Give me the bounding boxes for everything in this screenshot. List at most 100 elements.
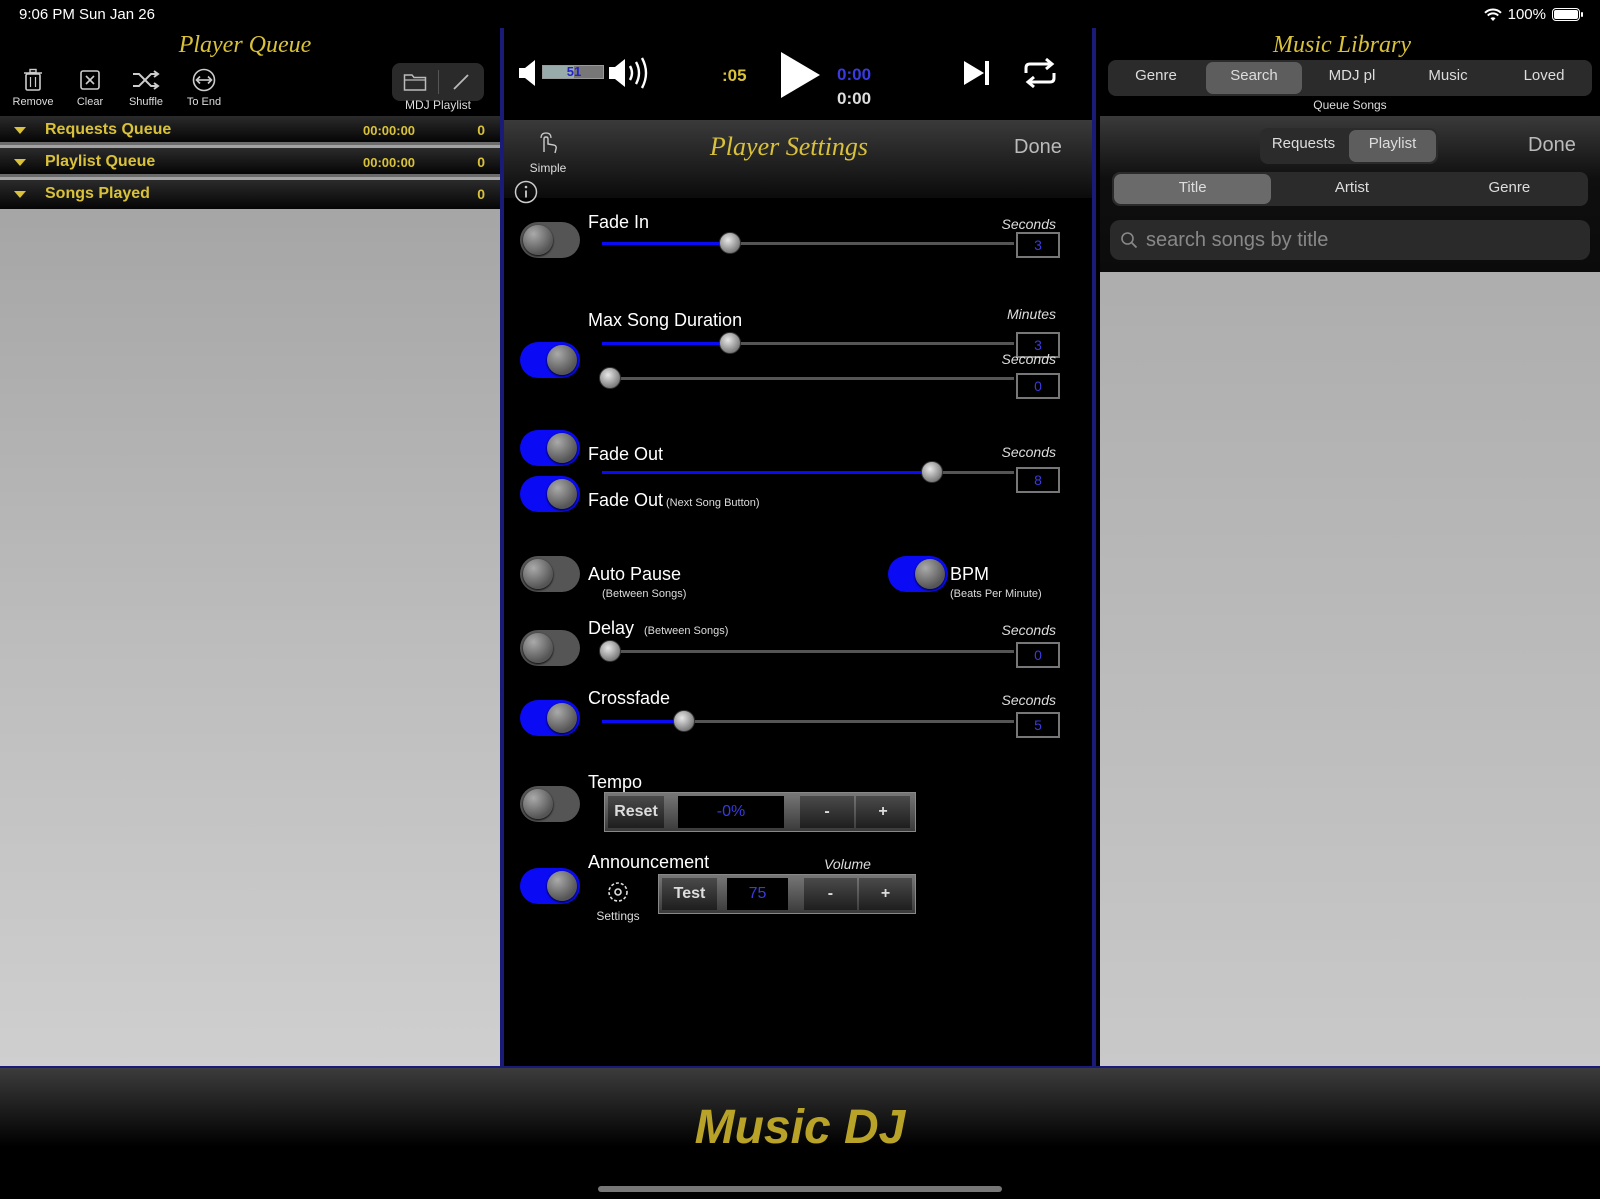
player-settings-title: Player Settings xyxy=(709,132,869,161)
max-song-seconds-slider[interactable] xyxy=(599,367,1014,389)
auto-pause-toggle[interactable] xyxy=(520,556,580,592)
disclosure-triangle-icon xyxy=(14,159,26,166)
announcement-test-button[interactable]: Test xyxy=(662,878,718,910)
tab-mdj-pl[interactable]: MDJ pl xyxy=(1304,60,1400,96)
battery-percent: 100% xyxy=(1507,6,1546,23)
bpm-toggle[interactable] xyxy=(888,556,948,592)
tempo-minus-button[interactable]: - xyxy=(800,796,854,828)
songs-played-row[interactable]: Songs Played 0 xyxy=(0,180,500,209)
fade-out-value[interactable]: 8 xyxy=(1016,467,1060,493)
total-time: 0:00 xyxy=(837,89,872,108)
tempo-toggle[interactable] xyxy=(520,786,580,822)
home-indicator[interactable] xyxy=(598,1186,1002,1192)
footer-bar: Music DJ xyxy=(0,1066,1600,1199)
bpm-label: BPM xyxy=(950,564,990,584)
tempo-plus-button[interactable]: + xyxy=(856,796,910,828)
tab-artist[interactable]: Artist xyxy=(1273,172,1430,206)
repeat-icon[interactable] xyxy=(1022,56,1058,90)
delay-sub: (Between Songs) xyxy=(644,625,729,637)
tab-genre-field[interactable]: Genre xyxy=(1431,172,1588,206)
music-library-title: Music Library xyxy=(1273,32,1411,58)
playlist-folder-button[interactable] xyxy=(392,63,438,101)
delay-slider[interactable] xyxy=(599,640,1014,662)
play-icon[interactable] xyxy=(778,50,822,100)
disclosure-triangle-icon xyxy=(14,191,26,198)
crossfade-slider[interactable] xyxy=(602,710,1014,732)
fade-out-unit: Seconds xyxy=(1001,444,1056,460)
tab-music[interactable]: Music xyxy=(1400,60,1496,96)
crossfade-unit: Seconds xyxy=(1001,692,1056,708)
fade-in-value[interactable]: 3 xyxy=(1016,232,1060,258)
status-bar: 9:06 PM Sun Jan 26 100% xyxy=(0,0,1600,28)
player-queue-title: Player Queue xyxy=(178,32,312,58)
volume-loud-icon[interactable] xyxy=(608,56,652,90)
announcement-settings-button[interactable]: Settings xyxy=(588,880,648,923)
max-song-seconds-value[interactable]: 0 xyxy=(1016,373,1060,399)
brand-logo-text: Music DJ xyxy=(694,1101,906,1154)
music-library-header: Music Library Genre Search MDJ pl Music … xyxy=(1100,28,1600,116)
library-done-button[interactable]: Done xyxy=(1528,134,1576,157)
announcement-minus-button[interactable]: - xyxy=(803,878,857,910)
to-end-icon xyxy=(192,68,216,92)
hand-tap-icon xyxy=(540,132,557,154)
requests-queue-row[interactable]: Requests Queue 00:00:00 0 xyxy=(0,116,500,145)
wifi-icon xyxy=(1483,8,1502,21)
delay-label: Delay xyxy=(588,618,635,638)
status-right: 100% xyxy=(1483,6,1583,23)
music-library-panel: Music Library Genre Search MDJ pl Music … xyxy=(1100,28,1600,1066)
player-settings-header: Simple Player Settings Done xyxy=(504,120,1092,198)
tab-requests[interactable]: Requests xyxy=(1260,128,1347,164)
player-queue-header: Player Queue Remove Clear Shuffle To End xyxy=(0,28,500,116)
source-tabs: Requests Playlist xyxy=(1260,128,1438,164)
tab-loved[interactable]: Loved xyxy=(1496,60,1592,96)
clear-icon xyxy=(80,70,100,90)
auto-pause-sub: (Between Songs) xyxy=(602,588,687,600)
simple-mode-button[interactable]: Simple xyxy=(518,130,578,175)
library-tabs: Genre Search MDJ pl Music Loved xyxy=(1108,60,1592,96)
playlist-queue-row[interactable]: Playlist Queue 00:00:00 0 xyxy=(0,148,500,177)
crossfade-value[interactable]: 5 xyxy=(1016,712,1060,738)
volume-value: 51 xyxy=(566,64,582,79)
fade-out-next-label: Fade Out xyxy=(588,490,664,510)
info-icon[interactable] xyxy=(514,180,538,204)
mdj-playlist-label: MDJ Playlist xyxy=(404,98,471,112)
fade-in-slider[interactable] xyxy=(602,232,1014,254)
fade-out-next-toggle[interactable] xyxy=(520,476,580,512)
to-end-button[interactable]: To End xyxy=(174,68,234,108)
tab-title[interactable]: Title xyxy=(1114,174,1272,204)
delay-toggle[interactable] xyxy=(520,630,580,666)
player-queue-panel: Player Queue Remove Clear Shuffle To End xyxy=(0,28,500,1066)
playlist-edit-button[interactable] xyxy=(438,63,484,101)
volume-slider[interactable]: 51 xyxy=(542,64,604,79)
fade-out-slider[interactable] xyxy=(602,461,1014,483)
announcement-volume-value: 75 xyxy=(727,878,788,910)
announcement-volume-label: Volume xyxy=(824,856,871,872)
next-track-icon[interactable] xyxy=(962,59,992,87)
max-song-minutes-slider[interactable] xyxy=(602,332,1014,354)
crossfade-toggle[interactable] xyxy=(520,700,580,736)
clear-button[interactable]: Clear xyxy=(60,68,120,108)
gear-icon xyxy=(608,882,628,902)
settings-done-button[interactable]: Done xyxy=(1014,136,1062,159)
transport-bar: 51 :05 0:00 0:00 xyxy=(504,28,1092,120)
search-icon xyxy=(1121,232,1138,249)
remove-button[interactable]: Remove xyxy=(3,68,63,108)
crossfade-label: Crossfade xyxy=(588,688,671,708)
tempo-reset-button[interactable]: Reset xyxy=(608,796,664,828)
fade-out-toggle[interactable] xyxy=(520,430,580,466)
announcement-plus-button[interactable]: + xyxy=(858,878,913,910)
tab-playlist[interactable]: Playlist xyxy=(1349,130,1436,162)
fade-in-toggle[interactable] xyxy=(520,222,580,258)
search-field-tabs: Title Artist Genre xyxy=(1112,172,1588,206)
mdj-playlist-control xyxy=(392,63,484,101)
delay-value[interactable]: 0 xyxy=(1016,642,1060,668)
shuffle-button[interactable]: Shuffle xyxy=(116,68,176,108)
max-song-duration-toggle[interactable] xyxy=(520,342,580,378)
tab-search[interactable]: Search xyxy=(1206,62,1302,94)
volume-mute-icon[interactable] xyxy=(518,58,540,88)
tempo-value: -0% xyxy=(678,796,784,828)
fade-out-next-sub: (Next Song Button) xyxy=(666,497,760,509)
tab-genre[interactable]: Genre xyxy=(1108,60,1204,96)
announcement-toggle[interactable] xyxy=(520,868,580,904)
search-input[interactable]: search songs by title xyxy=(1110,220,1590,260)
